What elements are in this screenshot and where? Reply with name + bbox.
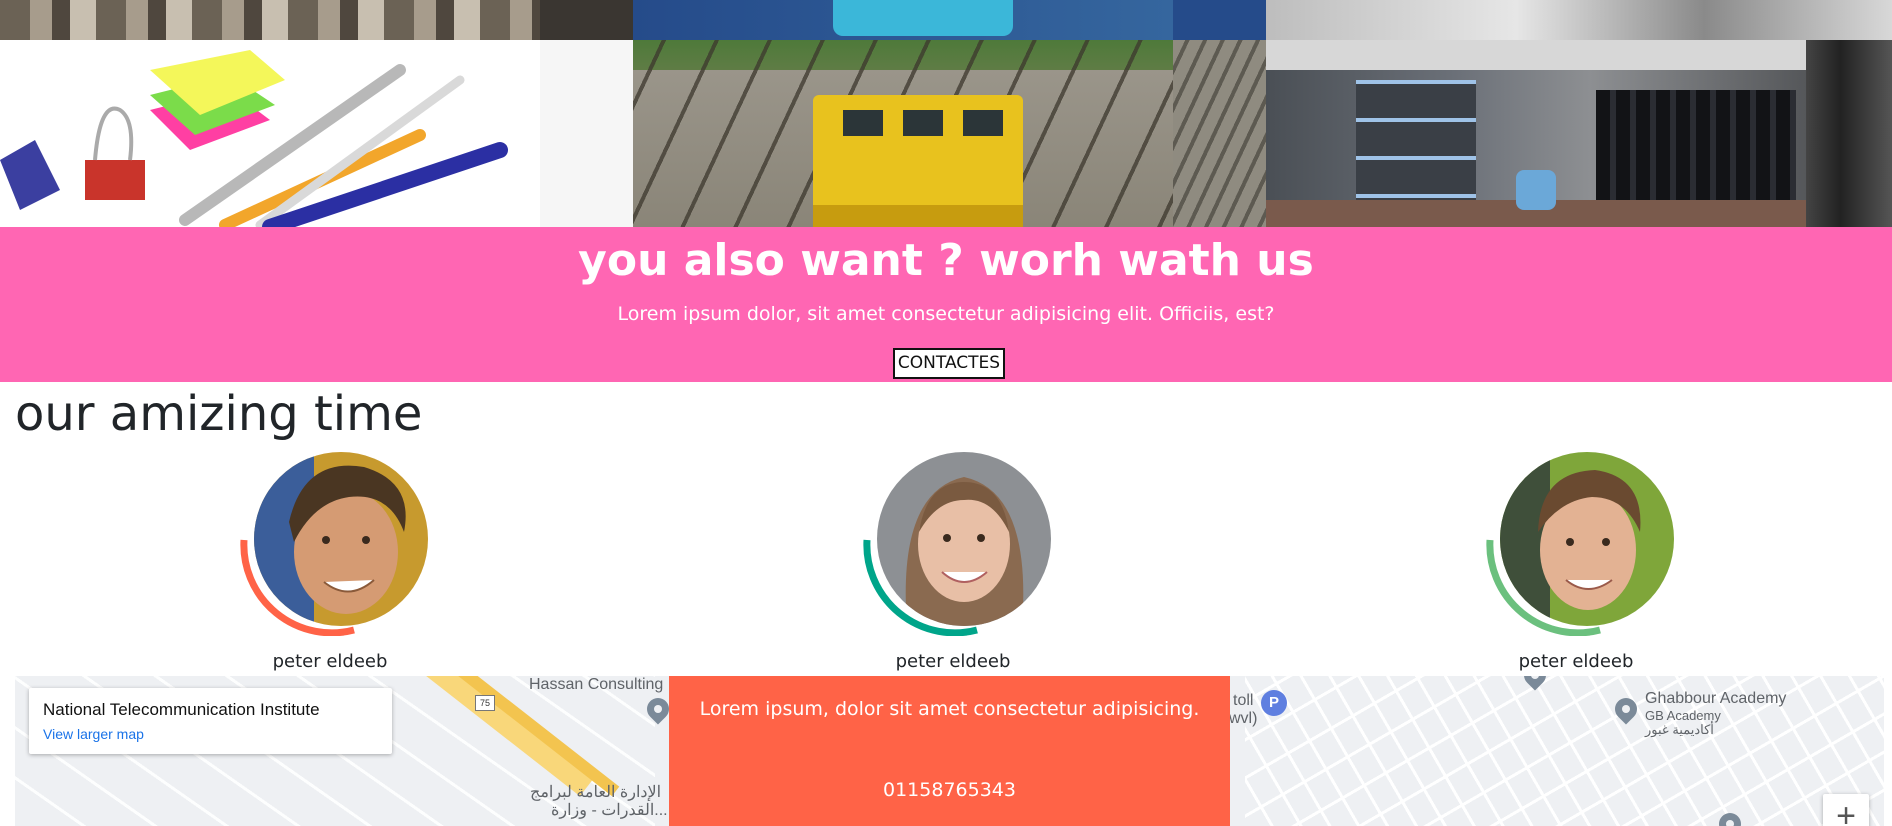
avatar [877, 452, 1051, 626]
member-name: peter eldeeb [272, 651, 388, 672]
map-place-title: National Telecommunication Institute [43, 700, 320, 719]
team-section-title: our amizing time [15, 386, 423, 442]
member-name: peter eldeeb [895, 651, 1011, 672]
cta-banner: you also want ? worh wath us Lorem ipsum… [0, 227, 1892, 382]
parking-icon[interactable]: P [1261, 690, 1287, 716]
avatar [1500, 452, 1674, 626]
map-label-academy-ar: أكاديمية غبور [1645, 722, 1714, 737]
map-info-card: National Telecommunication Institute Vie… [29, 688, 392, 754]
map-label-hassan: Hassan Consulting [529, 676, 664, 693]
banner-subtitle: Lorem ipsum dolor, sit amet consectetur … [617, 303, 1275, 325]
view-larger-map-link[interactable]: View larger map [43, 726, 144, 742]
map-label-academy: Ghabbour Academy [1645, 690, 1787, 707]
contact-text: Lorem ipsum, dolor sit amet consectetur … [699, 698, 1200, 720]
team-member-card: peter eldeeb [200, 450, 460, 676]
zoom-in-button[interactable]: + [1823, 794, 1869, 826]
contact-phone: 01158765343 [883, 779, 1016, 801]
gallery-image-stationery [0, 0, 633, 227]
avatar [254, 452, 428, 626]
man-avatar-photo [1500, 452, 1674, 626]
banner-title: you also want ? worh wath us [578, 235, 1314, 286]
team-member-card: peter eldeeb [1446, 450, 1706, 676]
stationery-illustration [0, 50, 508, 227]
man-avatar-photo [254, 452, 428, 626]
map-label-toll: toll [1233, 692, 1254, 709]
gallery-image-railway [633, 0, 1266, 227]
woman-avatar-photo [877, 452, 1051, 626]
contact-button[interactable]: CONTACTES [893, 348, 1005, 379]
image-gallery [0, 0, 1892, 227]
map-label-wvl: wvl) [1229, 710, 1258, 727]
team-member-card: peter eldeeb [823, 450, 1083, 676]
member-name: peter eldeeb [1518, 651, 1634, 672]
route-shield: 75 [475, 695, 495, 711]
map-label-arabic-2: القدرات - وزارة... [551, 802, 668, 819]
map-label-academy-en: GB Academy [1645, 708, 1721, 723]
contact-info-box: Lorem ipsum, dolor sit amet consectetur … [669, 676, 1230, 826]
gallery-image-clothing-store [1266, 0, 1892, 227]
map-label-arabic: الإدارة العامة لبرامج [530, 784, 662, 801]
